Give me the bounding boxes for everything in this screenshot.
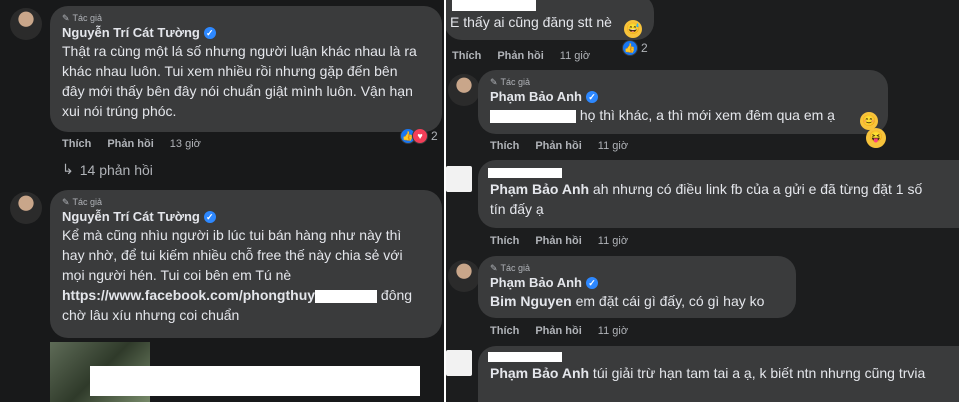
avatar[interactable] [448,260,480,292]
like-reaction-icon: 👍 [622,40,638,56]
comment-actions: Thích Phản hồi 13 giờ [62,138,201,150]
tongue-emoji-icon: 😝 [866,128,886,148]
redaction [90,366,420,396]
reply-button[interactable]: Phản hồi [497,50,543,62]
mention-link[interactable]: Bim Nguyen [490,293,572,309]
right-comment-panel: E thấy ai cũng đăng stt nè 😅 Thích Phản … [446,0,959,402]
left-comment-panel: ✎ Tác giả Nguyễn Trí Cát Tường ✓ Thật ra c… [0,0,446,402]
like-button[interactable]: Thích [490,140,519,152]
pencil-icon: ✎ [490,263,498,273]
timestamp[interactable]: 11 giờ [598,235,628,247]
timestamp[interactable]: 11 giờ [598,140,628,152]
comment-text-line: xui nói trúng phóc. [62,103,177,119]
like-button[interactable]: Thích [490,325,519,337]
comment-text: ah nhưng có điều link fb của a gửi e đã … [589,181,923,197]
comment-author-name[interactable]: Nguyễn Trí Cát Tường [62,24,200,41]
redaction [490,109,576,123]
comment-text: họ thì khác, a thì mới xem đêm qua em ạ [579,107,835,123]
verified-icon: ✓ [585,90,598,103]
love-reaction-icon: ♥ [412,128,428,144]
timestamp[interactable]: 13 giờ [170,138,201,150]
comment-bubble: Phạm Bảo Anh ah nhưng có điều link fb củ… [478,160,959,228]
comment-text-line: mọi người hén. Tui coi bên em Tú nè [62,267,292,283]
comment-text-line: đây mới thấy bên đây nói chuẩn giật mình… [62,83,413,99]
timestamp[interactable]: 11 giờ [560,50,590,62]
grin-emoji-icon: 😅 [624,20,642,38]
comment-author-name[interactable]: Nguyễn Trí Cát Tường [62,208,200,225]
pencil-icon: ✎ [62,197,70,207]
mention-link[interactable]: Phạm Bảo Anh [490,365,589,381]
redaction [488,168,562,178]
avatar[interactable] [446,350,472,376]
pencil-icon: ✎ [490,77,498,87]
verified-icon: ✓ [585,276,598,289]
comment-bubble: ✎ Tác giả Nguyễn Trí Cát Tường ✓ Kể mà cũn… [50,190,442,338]
reply-button[interactable]: Phản hồi [535,325,581,337]
comment-text-line: hay nhờ, để tui kiếm nhiều chỗ free thế … [62,247,403,263]
comment-text-line: Thật ra cùng một lá số nhưng người luận … [62,43,417,59]
view-replies-link[interactable]: ↳ 14 phản hồi [62,161,153,178]
comment-actions: Thích Phản hồi 11 giờ [490,235,628,247]
avatar[interactable] [10,8,42,40]
comment-text-line: tín đấy ạ [490,201,544,217]
redaction [315,289,378,303]
mention-link[interactable]: Phạm Bảo Anh [490,181,589,197]
comment-link[interactable]: https://www.facebook.com/phongthuy [62,287,315,303]
reaction-summary[interactable]: 👍 ♥ 2 [400,128,438,144]
reply-arrow-icon: ↳ [62,161,74,177]
redaction [452,0,536,11]
comment-text-line: chờ lâu xíu nhưng coi chuẩn [62,307,240,323]
reaction-summary[interactable]: 👍 2 [622,40,648,56]
comment-author-name[interactable]: Phạm Bảo Anh [490,88,582,105]
like-button[interactable]: Thích [452,50,481,62]
like-button[interactable]: Thích [62,138,91,150]
comment-actions: Thích Phản hồi 11 giờ [490,140,628,152]
reply-button[interactable]: Phản hồi [535,140,581,152]
comment-text: E thấy ai cũng đăng stt nè [450,14,612,30]
avatar[interactable] [448,74,480,106]
comment-bubble: ✎ Tác giả Phạm Bảo Anh ✓ Bim Nguyen em đặt… [478,256,796,318]
comment-actions: Thích Phản hồi 11 giờ [452,50,590,62]
verified-icon: ✓ [203,26,216,39]
reply-button[interactable]: Phản hồi [535,235,581,247]
reply-button[interactable]: Phản hồi [107,138,153,150]
comment-bubble: ✎ Tác giả Phạm Bảo Anh ✓ họ thì khác, a th… [478,70,888,134]
comment-bubble: Phạm Bảo Anh túi giải trừ hạn tam tai a … [478,346,959,402]
comment-text-line: Kể mà cũng nhìu người ib lúc tui bán hàn… [62,227,402,243]
author-tag: Tác giả [500,77,531,87]
avatar[interactable] [446,166,472,192]
comment-author-name[interactable]: Phạm Bảo Anh [490,274,582,291]
comment-text-line: khác nhau luôn. Tui xem nhiều rồi nhưng … [62,63,398,79]
author-tag: Tác giả [72,197,103,207]
comment-bubble: E thấy ai cũng đăng stt nè [446,0,654,40]
comment-text: em đặt cái gì đấy, có gì hay ko [571,293,765,309]
verified-icon: ✓ [203,210,216,223]
redaction [488,352,562,362]
timestamp[interactable]: 11 giờ [598,325,628,337]
like-button[interactable]: Thích [490,235,519,247]
pencil-icon: ✎ [62,13,70,23]
comment-text: túi giải trừ hạn tam tai a ạ, k biết ntn… [589,365,926,381]
author-tag: Tác giả [72,13,103,23]
avatar[interactable] [10,192,42,224]
comment-bubble: ✎ Tác giả Nguyễn Trí Cát Tường ✓ Thật ra c… [50,6,442,132]
author-tag: Tác giả [500,263,531,273]
comment-actions: Thích Phản hồi 11 giờ [490,325,628,337]
